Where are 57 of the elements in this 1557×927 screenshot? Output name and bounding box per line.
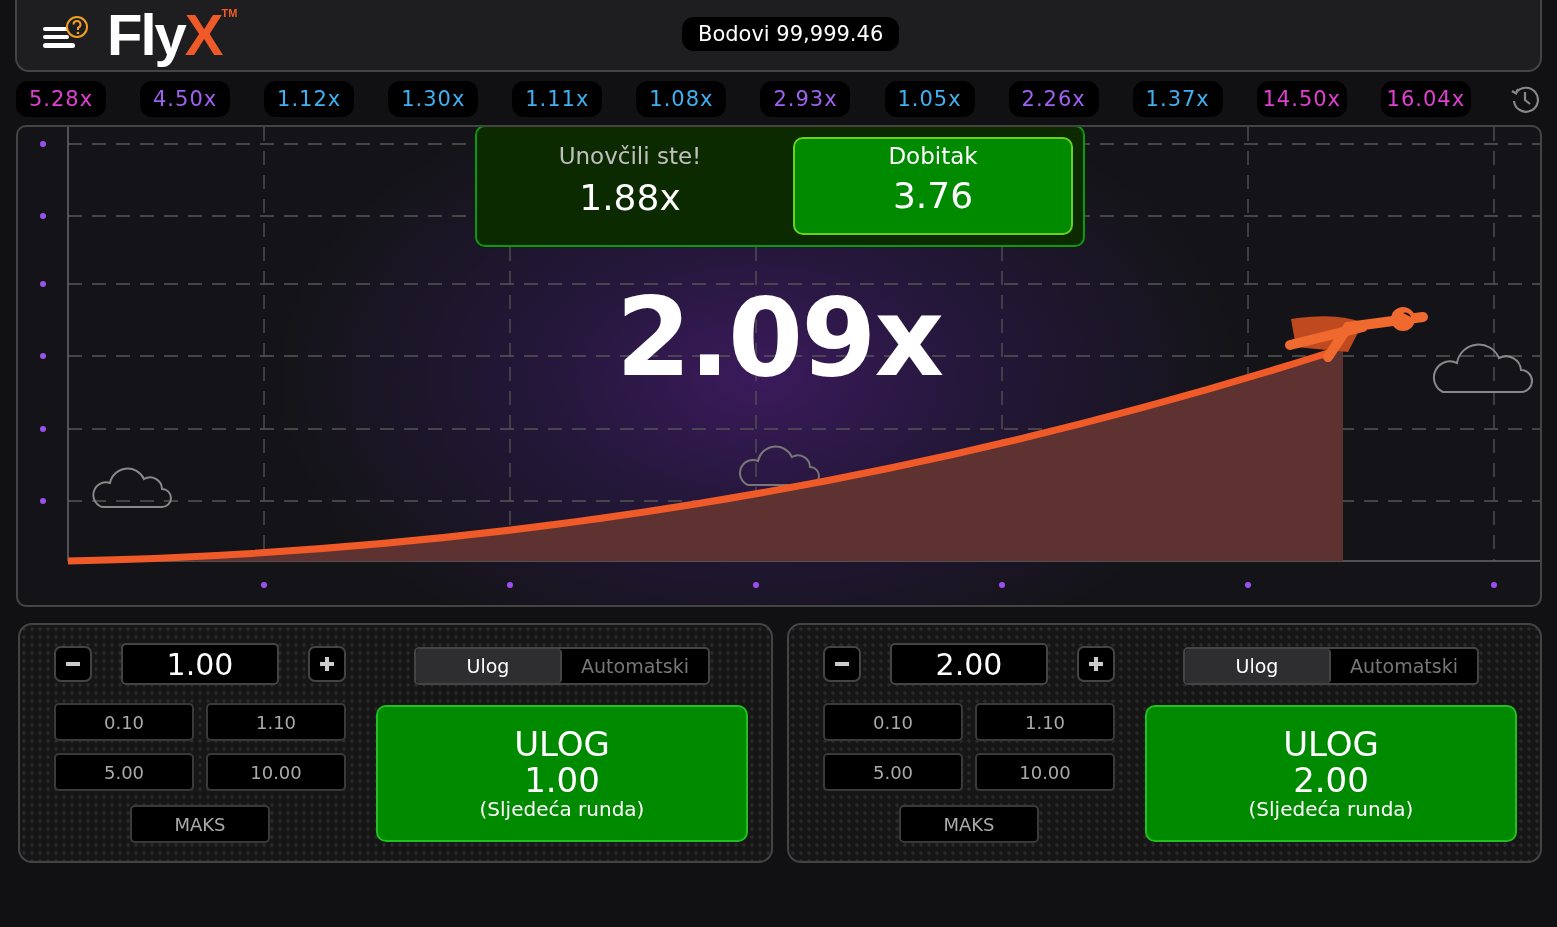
axis-dot xyxy=(40,213,46,219)
multiplier-pill: 2.26x xyxy=(1008,81,1099,117)
quick-amount-button[interactable]: 10.00 xyxy=(975,753,1115,791)
win-label: Dobitak xyxy=(888,143,978,169)
mode-tab[interactable]: Ulog xyxy=(1185,649,1331,683)
axis-dot xyxy=(40,281,46,287)
max-button[interactable]: MAKS xyxy=(899,805,1039,843)
plus-icon xyxy=(320,657,334,671)
axis-dot xyxy=(507,582,513,588)
axis-dot xyxy=(40,426,46,432)
axis-dot xyxy=(1491,582,1497,588)
cloud-icon xyxy=(1432,343,1533,393)
cashout-label: Unovčili ste! xyxy=(558,143,702,169)
plus-icon xyxy=(1089,657,1103,671)
multiplier-pill: 1.30x xyxy=(388,81,479,117)
current-multiplier: 2.09x xyxy=(615,275,943,400)
quick-amount-button[interactable]: 0.10 xyxy=(823,703,963,741)
bet-button[interactable]: ULOG 1.00 (Sljedeća runda) xyxy=(376,705,748,842)
quick-amount-button[interactable]: 10.00 xyxy=(206,753,346,791)
quick-amount-button[interactable]: 5.00 xyxy=(823,753,963,791)
stake-field[interactable]: 2.00 xyxy=(890,643,1048,685)
multiplier-pill: 1.37x xyxy=(1132,81,1223,117)
plus-button[interactable] xyxy=(308,646,346,682)
multiplier-pill: 1.08x xyxy=(636,81,727,117)
multiplier-pill: 1.11x xyxy=(512,81,603,117)
axis-dot xyxy=(40,353,46,359)
axis-dot xyxy=(753,582,759,588)
axis-dot xyxy=(40,498,46,504)
multiplier-pill: 1.05x xyxy=(884,81,975,117)
cloud-icon xyxy=(92,467,172,508)
cloud-icon xyxy=(739,445,820,486)
multiplier-pill: 5.28x xyxy=(16,81,106,117)
quick-amount-button[interactable]: 1.10 xyxy=(975,703,1115,741)
quick-amount-button[interactable]: 5.00 xyxy=(54,753,194,791)
mode-tab[interactable]: Automatski xyxy=(1331,649,1477,683)
minus-button[interactable] xyxy=(54,646,92,682)
axis-dot xyxy=(40,141,46,147)
quick-amount-button[interactable]: 1.10 xyxy=(206,703,346,741)
axis-dot xyxy=(999,582,1005,588)
mode-tab[interactable]: Ulog xyxy=(416,649,562,683)
multiplier-pill: 16.04x xyxy=(1380,81,1471,117)
multiplier-pill: 1.12x xyxy=(264,81,355,117)
quick-amount-button[interactable]: 0.10 xyxy=(54,703,194,741)
balance-display: Bodovi 99,999.46 xyxy=(682,17,900,51)
multiplier-pill: 14.50x xyxy=(1256,81,1347,117)
minus-button[interactable] xyxy=(823,646,861,682)
bet-button[interactable]: ULOG 2.00 (Sljedeća runda) xyxy=(1145,705,1517,842)
multiplier-pill: 2.93x xyxy=(760,81,851,117)
mode-tab[interactable]: Automatski xyxy=(562,649,708,683)
multiplier-pill: 4.50x xyxy=(140,81,231,117)
cashout-multiplier: 1.88x xyxy=(579,177,681,218)
plus-button[interactable] xyxy=(1077,646,1115,682)
axis-dot xyxy=(1245,582,1251,588)
axis-dot xyxy=(261,582,267,588)
stake-field[interactable]: 1.00 xyxy=(121,643,279,685)
win-amount: 3.76 xyxy=(892,175,974,216)
max-button[interactable]: MAKS xyxy=(130,805,270,843)
